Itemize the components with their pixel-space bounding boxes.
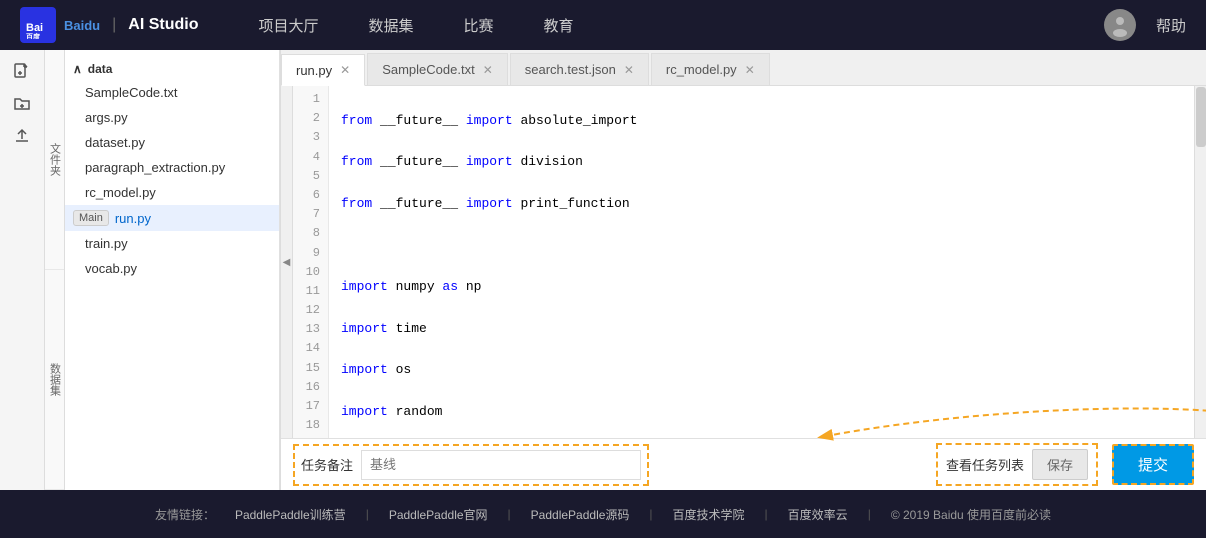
file-samplecode[interactable]: SampleCode.txt: [65, 80, 279, 105]
new-file-icon[interactable]: [6, 58, 38, 86]
editor-area: run.py ✕ SampleCode.txt ✕ search.test.js…: [281, 50, 1206, 490]
menu-datasets[interactable]: 数据集: [369, 15, 414, 36]
collapse-panel[interactable]: ◀: [281, 86, 293, 438]
scrollbar[interactable]: [1194, 86, 1206, 438]
scrollbar-thumb[interactable]: [1196, 87, 1206, 147]
footer-link-5[interactable]: 百度效率云: [788, 506, 848, 523]
help-button[interactable]: 帮助: [1156, 15, 1186, 36]
close-tab-rcmodel[interactable]: ✕: [745, 63, 755, 77]
top-menu: 项目大厅 数据集 比赛 教育: [259, 15, 1104, 36]
file-train[interactable]: train.py: [65, 231, 279, 256]
file-dataset[interactable]: dataset.py: [65, 130, 279, 155]
tab-run-py[interactable]: run.py ✕: [281, 54, 365, 86]
section-labels: 文件夹 数据集: [45, 50, 65, 490]
save-button[interactable]: 保存: [1032, 449, 1088, 480]
footer-link-2[interactable]: PaddlePaddle官网: [389, 506, 488, 523]
close-tab-run[interactable]: ✕: [340, 63, 350, 77]
top-navigation: Bai 百度 Baidu | AI Studio 项目大厅 数据集 比赛 教育 …: [0, 0, 1206, 50]
submit-button[interactable]: 提交: [1112, 444, 1194, 485]
action-buttons-area: 查看任务列表 保存: [936, 443, 1098, 486]
editor-tabs: run.py ✕ SampleCode.txt ✕ search.test.js…: [281, 50, 1206, 86]
baidu-logo: Bai 百度: [20, 7, 56, 43]
baidu-text: Baidu: [64, 18, 100, 33]
left-panel: 文件夹 数据集 ∧ data SampleCode.txt args.py da…: [0, 50, 281, 490]
tab-samplecode[interactable]: SampleCode.txt ✕: [367, 53, 508, 85]
code-line-numbers-block: 1 2 3 4 5 6 7 8 9 10 11 12 13 14: [293, 86, 1194, 438]
file-tree: ∧ data SampleCode.txt args.py dataset.py…: [65, 50, 280, 490]
menu-education[interactable]: 教育: [544, 15, 574, 36]
task-note-area: 任务备注: [293, 444, 649, 486]
footer-prefix: 友情链接：: [155, 506, 215, 523]
task-note-label: 任务备注: [301, 455, 353, 474]
view-tasks-btn[interactable]: 查看任务列表: [946, 455, 1024, 474]
footer-copyright: © 2019 Baidu 使用百度前必读: [891, 506, 1051, 523]
code-content-text: from __future__ import absolute_import f…: [329, 86, 1194, 438]
svg-text:Bai: Bai: [26, 22, 43, 34]
new-folder-icon[interactable]: [6, 90, 38, 118]
close-tab-search[interactable]: ✕: [624, 63, 634, 77]
file-tree-root[interactable]: ∧ data: [65, 58, 279, 80]
menu-competition[interactable]: 比赛: [464, 15, 494, 36]
baseline-input[interactable]: [361, 450, 641, 480]
upload-icon[interactable]: [6, 122, 38, 150]
file-paragraph[interactable]: paragraph_extraction.py: [65, 155, 279, 180]
bottom-toolbar: 任务备注 查看任务列表 保存 提交: [281, 438, 1206, 490]
main-area: 文件夹 数据集 ∧ data SampleCode.txt args.py da…: [0, 50, 1206, 490]
tab-rcmodel[interactable]: rc_model.py ✕: [651, 53, 770, 85]
files-label[interactable]: 文件夹: [45, 50, 64, 270]
file-args[interactable]: args.py: [65, 105, 279, 130]
top-right: 帮助: [1104, 9, 1186, 41]
ai-studio-label: AI Studio: [128, 16, 198, 34]
line-numbers: 1 2 3 4 5 6 7 8 9 10 11 12 13 14: [293, 86, 329, 438]
tab-search-json[interactable]: search.test.json ✕: [510, 53, 649, 85]
code-wrapper: ◀ 1 2 3 4 5 6 7 8 9 10 11: [281, 86, 1206, 438]
footer: 友情链接： PaddlePaddle训练营 | PaddlePaddle官网 |…: [0, 490, 1206, 538]
file-run-active[interactable]: Main run.py: [65, 205, 279, 231]
menu-projects[interactable]: 项目大厅: [259, 15, 319, 36]
footer-link-4[interactable]: 百度技术学院: [673, 506, 745, 523]
file-vocab[interactable]: vocab.py: [65, 256, 279, 281]
datasets-label[interactable]: 数据集: [45, 270, 64, 490]
file-rcmodel[interactable]: rc_model.py: [65, 180, 279, 205]
toolbar-icons: [0, 50, 45, 490]
logo-area: Bai 百度 Baidu | AI Studio: [20, 7, 199, 43]
close-tab-samplecode[interactable]: ✕: [483, 63, 493, 77]
footer-link-1[interactable]: PaddlePaddle训练营: [235, 506, 346, 523]
code-editor[interactable]: 1 2 3 4 5 6 7 8 9 10 11 12 13 14: [293, 86, 1194, 438]
svg-text:百度: 百度: [26, 32, 41, 39]
footer-link-3[interactable]: PaddlePaddle源码: [531, 506, 630, 523]
main-badge: Main: [73, 210, 109, 226]
avatar[interactable]: [1104, 9, 1136, 41]
